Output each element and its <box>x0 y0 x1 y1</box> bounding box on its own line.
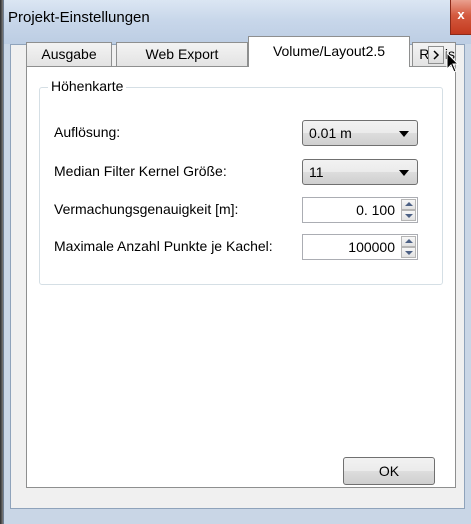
resolution-value: 0.01 m <box>309 125 352 141</box>
chevron-right-icon <box>433 50 440 60</box>
arrow-down-icon[interactable] <box>401 247 416 258</box>
tab-scroll-button[interactable] <box>428 46 444 64</box>
tab-bar: Ausgabe Web Export Volume/Layout2.5 Regi… <box>26 36 456 67</box>
tab-label: Web Export <box>145 46 219 62</box>
arrow-up-icon[interactable] <box>401 199 416 210</box>
window-frame-bottom <box>4 510 471 524</box>
max-points-spinbox[interactable]: 100000 <box>302 234 418 260</box>
median-filter-value: 11 <box>309 164 324 180</box>
meshing-accuracy-label: Vermachungsgenauigkeit [m]: <box>54 201 239 217</box>
spin-buttons <box>401 199 416 221</box>
groupbox-title: Höhenkarte <box>48 78 127 94</box>
mouse-cursor-icon <box>446 52 460 73</box>
max-points-label: Maximale Anzahl Punkte je Kachel: <box>54 238 273 254</box>
dialog-window: Projekt-Einstellungen x Ausgabe Web Expo… <box>3 0 471 524</box>
chevron-down-icon <box>399 170 409 176</box>
chevron-down-icon <box>399 131 409 137</box>
heightmap-groupbox: Höhenkarte Auflösung: 0.01 m Median Filt… <box>39 78 443 285</box>
tab-ausgabe[interactable]: Ausgabe <box>26 42 112 66</box>
meshing-accuracy-value: 0. 100 <box>356 202 395 218</box>
tab-label: Ausgabe <box>41 46 97 62</box>
arrow-down-icon[interactable] <box>401 210 416 221</box>
window-title: Projekt-Einstellungen <box>8 9 150 26</box>
meshing-accuracy-spinbox[interactable]: 0. 100 <box>302 197 418 223</box>
tab-label: Volume/Layout2.5 <box>272 43 386 59</box>
median-filter-label: Median Filter Kernel Größe: <box>54 163 227 179</box>
resolution-select[interactable]: 0.01 m <box>302 120 418 146</box>
tab-panel-volume-layout: Höhenkarte Auflösung: 0.01 m Median Filt… <box>26 66 456 488</box>
median-filter-select[interactable]: 11 <box>302 159 418 185</box>
arrow-up-icon[interactable] <box>401 236 416 247</box>
spin-buttons <box>401 236 416 258</box>
close-button[interactable]: x <box>450 0 471 35</box>
tab-volume-layout[interactable]: Volume/Layout2.5 <box>248 36 410 67</box>
ok-button[interactable]: OK <box>343 457 435 485</box>
tab-web-export[interactable]: Web Export <box>116 42 248 66</box>
resolution-label: Auflösung: <box>54 124 121 140</box>
close-icon: x <box>457 7 465 22</box>
max-points-value: 100000 <box>348 239 395 255</box>
